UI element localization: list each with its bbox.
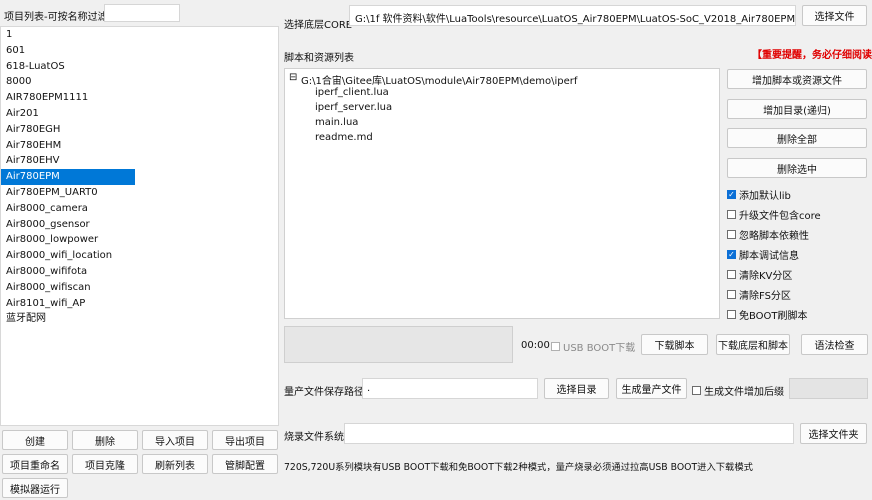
simulator-run-button[interactable]: 模拟器运行 — [2, 478, 68, 498]
add-script-button[interactable]: 增加脚本或资源文件 — [727, 69, 867, 89]
checkbox-icon[interactable] — [727, 290, 736, 299]
download-core-and-script-button[interactable]: 下载底层和脚本 — [716, 334, 790, 355]
suffix-input[interactable] — [789, 378, 868, 399]
select-core-file-button[interactable]: 选择文件 — [802, 5, 867, 26]
project-list-item[interactable]: 蓝牙配网 — [1, 311, 135, 327]
checkbox-icon[interactable]: ✓ — [727, 250, 736, 259]
checkbox-icon[interactable] — [727, 270, 736, 279]
project-list-item[interactable]: Air780EPM_UART0 — [1, 185, 135, 201]
project-list[interactable]: 1 601 618-LuatOS 8000 AIR780EPM1111 Air201 Air… — [0, 26, 279, 426]
fs-path-input[interactable] — [344, 423, 794, 444]
select-directory-button[interactable]: 选择目录 — [544, 378, 609, 399]
project-list-item[interactable]: Air8000_lowpower — [1, 232, 135, 248]
project-list-item[interactable]: Air8000_camera — [1, 201, 135, 217]
syntax-check-button[interactable]: 语法检查 — [801, 334, 868, 355]
tree-file-item[interactable]: main.lua — [315, 117, 358, 128]
delete-all-button[interactable]: 删除全部 — [727, 128, 867, 148]
add-directory-button[interactable]: 增加目录(递归) — [727, 99, 867, 119]
option-bootless-flash[interactable]: 免BOOT刷脚本 — [727, 307, 808, 322]
checkbox-icon[interactable] — [551, 342, 560, 351]
project-list-item[interactable]: Air8000_wifiscan — [1, 280, 135, 296]
option-include-core[interactable]: 升级文件包含core — [727, 207, 821, 222]
mass-production-path-input[interactable]: . — [362, 378, 538, 399]
option-clear-kv[interactable]: 清除KV分区 — [727, 267, 792, 282]
checkbox-icon[interactable]: ✓ — [727, 190, 736, 199]
option-add-default-lib[interactable]: ✓ 添加默认lib — [727, 187, 791, 202]
project-list-item[interactable]: Air8101_wifi_AP — [1, 296, 135, 312]
project-list-item[interactable]: Air8000_wififota — [1, 264, 135, 280]
project-list-item[interactable]: Air8000_wifi_location — [1, 248, 135, 264]
generate-mass-file-button[interactable]: 生成量产文件 — [616, 378, 687, 399]
project-list-item[interactable]: 618-LuatOS — [1, 59, 135, 75]
create-button[interactable]: 创建 — [2, 430, 68, 450]
script-list-title: 脚本和资源列表 — [284, 53, 354, 64]
project-list-item[interactable]: Air201 — [1, 106, 135, 122]
tree-file-item[interactable]: iperf_client.lua — [315, 87, 389, 98]
tree-file-item[interactable]: readme.md — [315, 132, 373, 143]
import-project-button[interactable]: 导入项目 — [142, 430, 208, 450]
checkbox-icon[interactable] — [727, 230, 736, 239]
project-list-item[interactable]: Air780EHM — [1, 138, 135, 154]
project-list-item[interactable]: AIR780EPM1111 — [1, 90, 135, 106]
refresh-list-button[interactable]: 刷新列表 — [142, 454, 208, 474]
option-ignore-deps[interactable]: 忽略脚本依赖性 — [727, 227, 809, 242]
script-tree[interactable]: ⊟ G:\1合宙\Gitee库\LuatOS\module\Air780EPM\… — [284, 68, 720, 319]
project-list-item[interactable]: 8000 — [1, 74, 135, 90]
add-suffix-option[interactable]: 生成文件增加后缀 — [692, 383, 784, 398]
select-folder-button[interactable]: 选择文件夹 — [800, 423, 867, 444]
clone-project-button[interactable]: 项目克隆 — [72, 454, 138, 474]
checkbox-icon[interactable] — [727, 210, 736, 219]
delete-button[interactable]: 删除 — [72, 430, 138, 450]
progress-area — [284, 326, 513, 363]
project-list-item[interactable]: 1 — [1, 27, 135, 43]
export-project-button[interactable]: 导出项目 — [212, 430, 278, 450]
usb-boot-download-option[interactable]: USB BOOT下载 — [551, 339, 635, 354]
project-list-item[interactable]: Air780EHV — [1, 153, 135, 169]
project-list-item[interactable]: 601 — [1, 43, 135, 59]
checkbox-icon[interactable] — [692, 386, 701, 395]
project-filter-label: 项目列表-可按名称过滤 — [4, 12, 108, 23]
option-clear-fs[interactable]: 清除FS分区 — [727, 287, 791, 302]
delete-selected-button[interactable]: 删除选中 — [727, 158, 867, 178]
project-list-item[interactable]: Air8000_gsensor — [1, 217, 135, 233]
core-label: 选择底层CORE — [284, 20, 353, 31]
download-script-button[interactable]: 下载脚本 — [641, 334, 708, 355]
mass-production-path-label: 量产文件保存路径 — [284, 387, 364, 398]
project-list-item[interactable]: Air780EPM — [1, 169, 135, 185]
project-list-item[interactable]: Air780EGH — [1, 122, 135, 138]
tree-root-folder[interactable]: G:\1合宙\Gitee库\LuatOS\module\Air780EPM\de… — [301, 72, 577, 87]
rename-project-button[interactable]: 项目重命名 — [2, 454, 68, 474]
elapsed-time: 00:00 — [521, 340, 550, 351]
pin-config-button[interactable]: 管脚配置 — [212, 454, 278, 474]
important-warning-link[interactable]: 【重要提醒，务必仔细阅读！ — [752, 46, 872, 61]
tree-collapse-toggle[interactable]: ⊟ — [289, 72, 297, 83]
footer-note: 720S,720U系列模块有USB BOOT下载和免BOOT下载2种模式，量产烧… — [284, 462, 753, 473]
core-path-input[interactable]: G:\1f 软件资料\软件\LuaTools\resource\LuatOS_A… — [349, 5, 796, 26]
option-debug-info[interactable]: ✓ 脚本调试信息 — [727, 247, 799, 262]
fs-label: 烧录文件系统 — [284, 432, 344, 443]
project-filter-input[interactable] — [104, 4, 180, 22]
checkbox-icon[interactable] — [727, 310, 736, 319]
tree-file-item[interactable]: iperf_server.lua — [315, 102, 392, 113]
